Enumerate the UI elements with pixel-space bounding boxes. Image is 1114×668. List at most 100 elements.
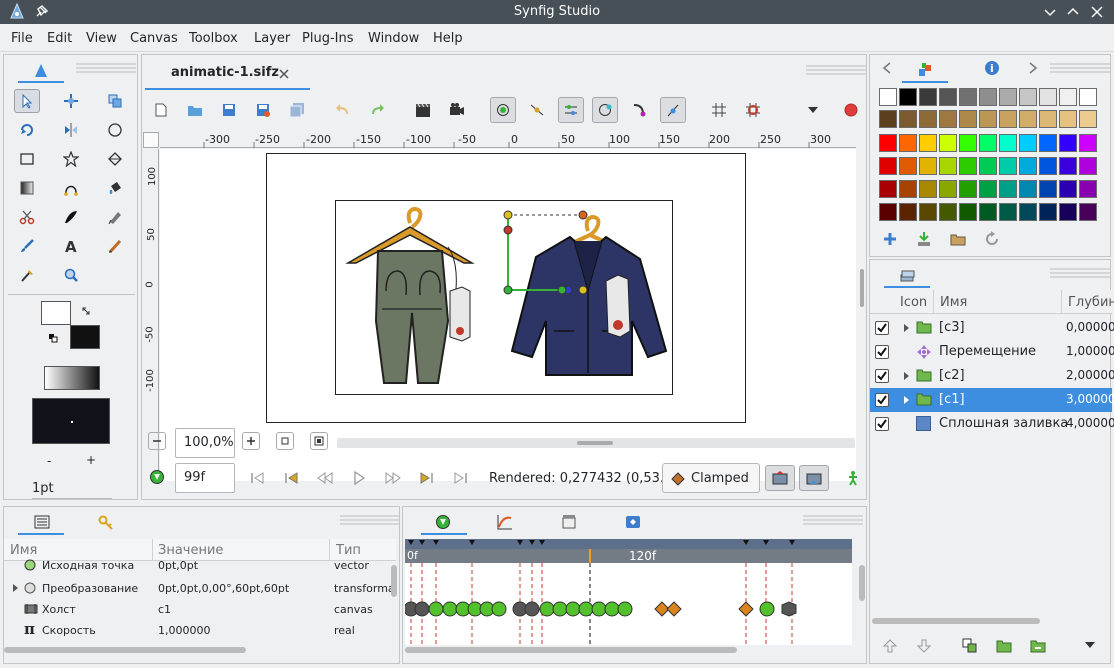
palette-color-swatch[interactable] <box>879 203 897 221</box>
width-decrease-button[interactable]: - <box>47 454 51 468</box>
swap-colors-icon[interactable] <box>80 305 92 317</box>
palette-color-swatch[interactable] <box>1039 134 1057 152</box>
eyedropper-tool-icon[interactable] <box>14 263 40 287</box>
layers-overflow-icon[interactable] <box>1084 640 1096 650</box>
palette-color-swatch[interactable] <box>959 203 977 221</box>
zoom-fit-icon[interactable] <box>276 432 294 450</box>
palette-swatch-grid[interactable] <box>870 84 1112 221</box>
layer-visibility-checkbox[interactable] <box>875 345 889 359</box>
palette-color-swatch[interactable] <box>879 88 897 106</box>
new-file-icon[interactable] <box>148 97 174 123</box>
palette-color-swatch[interactable] <box>999 157 1017 175</box>
rectangle-tool-icon[interactable] <box>14 147 40 171</box>
palette-color-swatch[interactable] <box>899 110 917 128</box>
toggle-snap-icon[interactable] <box>740 97 766 123</box>
palette-color-swatch[interactable] <box>1039 157 1057 175</box>
duplicate-layer-icon[interactable] <box>962 638 978 654</box>
smooth-move-tool-icon[interactable] <box>58 89 84 113</box>
keyframes-tab-icon[interactable] <box>561 514 577 530</box>
close-icon[interactable] <box>1088 3 1106 21</box>
menu-plugins[interactable]: Plug-Ins <box>302 31 353 46</box>
palette-color-swatch[interactable] <box>939 157 957 175</box>
animation-mode-figure-icon[interactable] <box>840 465 866 491</box>
zoom-tool-icon[interactable] <box>58 263 84 287</box>
layers-col-icon[interactable]: Icon <box>894 290 934 314</box>
palette-color-swatch[interactable] <box>899 88 917 106</box>
param-value[interactable]: 0pt,0pt <box>158 559 198 572</box>
param-value[interactable]: 0pt,0pt,0,00°,60pt,60pt <box>158 582 289 595</box>
palette-color-swatch[interactable] <box>879 110 897 128</box>
keyframe-lock-icon[interactable] <box>148 468 166 486</box>
toggle-width-handles-icon[interactable] <box>592 97 618 123</box>
outline-color-swatch[interactable] <box>41 301 71 325</box>
param-value[interactable]: 1,000000 <box>158 624 211 637</box>
mirror-tool-icon[interactable] <box>58 118 84 142</box>
timetrack-tab[interactable] <box>421 511 467 535</box>
zoom-in-icon[interactable] <box>242 432 260 450</box>
spline-tool-icon[interactable] <box>58 176 84 200</box>
palette-color-swatch[interactable] <box>919 110 937 128</box>
add-color-icon[interactable] <box>882 231 898 247</box>
fill-tool-icon[interactable] <box>102 176 128 200</box>
params-horizontal-scrollbar[interactable] <box>4 647 246 653</box>
toggle-radius-handles-icon[interactable] <box>558 97 584 123</box>
panel-grip-icon[interactable] <box>803 513 863 535</box>
preview-icon[interactable] <box>444 97 470 123</box>
import-palette-icon[interactable] <box>916 231 932 247</box>
brush-tool-icon[interactable] <box>14 234 40 258</box>
layer-row-selected[interactable]: [c1] 3,000000 <box>870 388 1114 412</box>
palette-color-swatch[interactable] <box>1039 203 1057 221</box>
palette-color-swatch[interactable] <box>1079 203 1097 221</box>
menu-view[interactable]: View <box>86 31 117 46</box>
params-col-type[interactable]: Тип <box>336 543 361 558</box>
params-col-name[interactable]: Имя <box>10 543 37 558</box>
param-row[interactable]: Преобразование 0pt,0pt,0,00°,60pt,60pt t… <box>4 578 396 599</box>
layer-visibility-checkbox[interactable] <box>875 369 889 383</box>
palette-color-swatch[interactable] <box>919 180 937 198</box>
waypoint-track[interactable] <box>405 563 852 645</box>
render-icon[interactable] <box>410 97 436 123</box>
layer-visibility-checkbox[interactable] <box>875 417 889 431</box>
palette-color-swatch[interactable] <box>959 157 977 175</box>
seek-next-keyframe-icon[interactable] <box>414 465 440 491</box>
past-keyframes-lock-icon[interactable] <box>765 465 795 491</box>
palette-color-swatch[interactable] <box>1079 110 1097 128</box>
menu-toolbox[interactable]: Toolbox <box>189 31 238 46</box>
palette-color-swatch[interactable] <box>1059 203 1077 221</box>
brush-preview[interactable] <box>32 398 110 444</box>
transform-tool-icon[interactable] <box>14 89 40 113</box>
palette-color-swatch[interactable] <box>919 134 937 152</box>
canvas-vertical-scrollbar[interactable] <box>857 149 867 481</box>
palette-color-swatch[interactable] <box>1059 110 1077 128</box>
layers-col-depth[interactable]: Глубин <box>1062 290 1114 314</box>
params-col-value[interactable]: Значение <box>158 543 223 558</box>
draw-tool-icon[interactable] <box>58 205 84 229</box>
palette-color-swatch[interactable] <box>979 110 997 128</box>
palette-color-swatch[interactable] <box>899 134 917 152</box>
toggle-vertex-handles-icon[interactable] <box>660 97 686 123</box>
palette-color-swatch[interactable] <box>959 88 977 106</box>
zoom-out-icon[interactable] <box>148 432 166 450</box>
save-icon[interactable] <box>216 97 242 123</box>
palette-color-swatch[interactable] <box>999 180 1017 198</box>
layer-row[interactable]: [c3] 0,000000 <box>870 316 1114 340</box>
param-row[interactable]: Исходная точка 0pt,0pt vector <box>4 559 396 575</box>
layers-tab[interactable] <box>884 264 930 288</box>
palette-color-swatch[interactable] <box>899 203 917 221</box>
redo-icon[interactable] <box>364 97 390 123</box>
toolbar-overflow-icon[interactable] <box>800 97 826 123</box>
palette-color-swatch[interactable] <box>1039 180 1057 198</box>
current-frame-input[interactable]: 99f <box>175 463 235 493</box>
palette-color-swatch[interactable] <box>999 110 1017 128</box>
width-increase-button[interactable]: + <box>86 453 96 467</box>
canvas-horizontal-scrollbar[interactable] <box>337 438 855 448</box>
expand-arrow-icon[interactable] <box>901 395 911 405</box>
width-input[interactable]: 1pt <box>32 479 112 499</box>
palette-color-swatch[interactable] <box>959 110 977 128</box>
refresh-icon[interactable] <box>984 231 1000 247</box>
chevron-right-icon[interactable] <box>1026 61 1040 75</box>
palette-color-swatch[interactable] <box>1019 88 1037 106</box>
scrollbar-thumb[interactable] <box>860 269 864 307</box>
rotate-tool-icon[interactable] <box>14 118 40 142</box>
palette-color-swatch[interactable] <box>879 180 897 198</box>
